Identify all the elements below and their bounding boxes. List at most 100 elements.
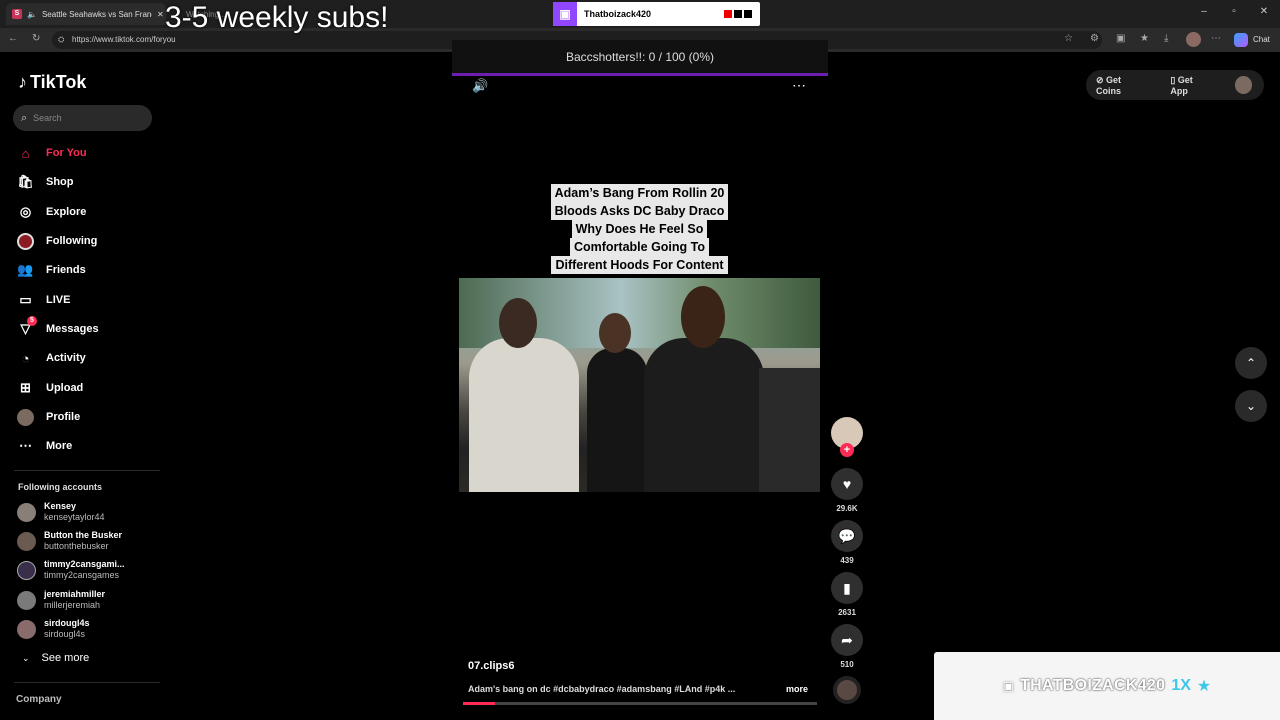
chevron-down-icon: ⌄ — [1245, 399, 1257, 413]
back-icon[interactable]: ← — [8, 33, 18, 44]
sidebar-item-messages[interactable]: ▽ 5 Messages — [17, 315, 99, 340]
avatar — [17, 560, 36, 580]
upload-icon: ⊞ — [20, 380, 31, 395]
account-name: timmy2cansgami... — [44, 559, 125, 569]
account-name: Kensey — [44, 501, 77, 511]
description-more-link[interactable]: more — [786, 684, 808, 694]
maximize-icon[interactable]: ▫ — [1226, 6, 1242, 17]
sidebar-item-live[interactable]: ▭ LIVE — [17, 289, 70, 311]
video-options-icon[interactable]: ⋯ — [792, 77, 806, 94]
video-progress-bar[interactable] — [463, 702, 817, 705]
star-icon: ★ — [1196, 678, 1212, 695]
comment-button[interactable]: 💬 — [831, 520, 863, 552]
header-actions: ⊘ Get Coins ▯ Get App — [1086, 70, 1264, 100]
video-frame-image — [459, 278, 820, 492]
avatar — [17, 619, 36, 639]
sidebar-item-label: More — [46, 440, 73, 452]
sidebar-item-label: Activity — [46, 352, 86, 364]
messages-badge: 5 — [27, 315, 37, 326]
caption-line: Bloods Asks DC Baby Draco — [550, 202, 729, 220]
home-icon: ⌂ — [21, 145, 30, 161]
avatar — [17, 590, 36, 610]
comment-icon: 💬 — [838, 527, 856, 544]
tiktok-logo[interactable]: ♪ TikTok — [18, 72, 86, 93]
tiktok-note-icon: ♪ — [18, 72, 27, 92]
following-account[interactable]: timmy2cansgami... timmy2cansgames — [17, 557, 125, 583]
volume-icon[interactable]: 🔊 — [472, 78, 488, 94]
like-button[interactable]: ♥ — [831, 468, 863, 500]
site-info-icon[interactable]: ⛭ — [58, 35, 64, 45]
account-username: kenseytaylor44 — [44, 512, 105, 522]
favorite-star-icon[interactable]: ☆ — [1064, 33, 1073, 44]
following-account[interactable]: Button the Busker buttonthebusker — [17, 528, 122, 554]
tab-title: Seattle Seahawks vs San Francisco — [41, 9, 152, 19]
previous-video-button[interactable]: ⌃ — [1235, 347, 1267, 379]
see-more-button[interactable]: ⌄ See more — [22, 652, 89, 664]
sidebar-item-following[interactable]: Following — [17, 230, 97, 252]
save-button[interactable]: ▮ — [831, 572, 863, 604]
following-account[interactable]: Kensey kenseytaylor44 — [17, 499, 105, 525]
account-username: buttonthebusker — [44, 541, 109, 551]
sidebar-item-friends[interactable]: 👥 Friends — [17, 259, 85, 281]
downloads-icon[interactable]: ⤓ — [1164, 33, 1168, 44]
tab-speaker-icon[interactable]: 🔈 — [27, 10, 37, 19]
browser-tab-active[interactable]: S 🔈 Seattle Seahawks vs San Francisco ✕ — [6, 3, 166, 25]
follow-plus-icon[interactable]: + — [840, 443, 854, 457]
following-account[interactable]: sirdougl4s sirdougl4s — [17, 616, 90, 642]
stream-overlay-title: 3-5 weekly subs! — [165, 1, 389, 34]
sidebar-item-label: Following — [46, 235, 98, 247]
caption-line: Comfortable Going To — [569, 238, 709, 256]
get-app-button[interactable]: ▯ Get App — [1170, 75, 1222, 96]
chat-label[interactable]: Chat — [1253, 35, 1270, 44]
account-username: sirdougl4s — [44, 629, 86, 639]
tab-favicon: S — [12, 9, 22, 19]
messages-icon: ▽ 5 — [17, 315, 37, 338]
sidebar-item-activity[interactable]: ◔ Activity — [17, 347, 86, 369]
close-window-icon[interactable]: ✕ — [1256, 6, 1272, 17]
refresh-icon[interactable]: ↻ — [32, 33, 40, 44]
sidebar-item-more[interactable]: ⋯ More — [17, 435, 72, 457]
caption-line: Different Hoods For Content — [551, 256, 728, 274]
split-screen-icon[interactable]: ▣ — [1116, 33, 1125, 44]
share-button[interactable]: ➦ — [831, 624, 863, 656]
tab-close-icon[interactable]: ✕ — [157, 10, 164, 19]
next-video-button[interactable]: ⌄ — [1235, 390, 1267, 422]
logo-text: TikTok — [30, 72, 87, 92]
sidebar-item-shop[interactable]: 🛍 Shop — [17, 171, 73, 193]
twitch-icon: ▣ — [553, 2, 577, 26]
sidebar-item-label: Explore — [46, 206, 87, 218]
see-more-label: See more — [41, 652, 90, 664]
minimize-icon[interactable]: – — [1196, 6, 1212, 17]
sidebar-item-explore[interactable]: ◎ Explore — [17, 201, 87, 223]
sidebar-item-upload[interactable]: ⊞ Upload — [17, 377, 83, 399]
share-arrow-icon: ➦ — [841, 631, 853, 648]
browser-menu-icon[interactable]: ⋯ — [1211, 33, 1221, 44]
friends-icon: 👥 — [17, 262, 34, 277]
like-count: 29.6K — [836, 504, 858, 513]
comment-count: 439 — [840, 556, 854, 565]
share-count: 510 — [840, 660, 854, 669]
account-username: millerjeremiah — [44, 600, 101, 610]
following-account[interactable]: jeremiahmiller millerjeremiah — [17, 587, 105, 613]
sidebar-item-label: LIVE — [46, 294, 71, 306]
compass-icon: ◎ — [19, 204, 32, 219]
heart-icon: ♥ — [842, 476, 852, 492]
sidebar-divider — [14, 470, 160, 471]
copilot-icon[interactable] — [1234, 33, 1248, 47]
twitch-name-tag: ▣ Thatboizack420 — [553, 2, 760, 26]
decor-square — [724, 10, 732, 18]
user-avatar[interactable] — [1234, 76, 1252, 94]
stream-name: THATBOIZACK420 — [1020, 677, 1166, 694]
favorites-icon[interactable]: ★ — [1140, 33, 1149, 44]
company-link[interactable]: Company — [16, 694, 62, 705]
get-coins-button[interactable]: ⊘ Get Coins — [1096, 75, 1158, 96]
browser-profile-avatar[interactable] — [1186, 32, 1201, 47]
music-disc-icon[interactable] — [833, 676, 861, 704]
sidebar-item-for-you[interactable]: ⌂ For You — [17, 142, 87, 164]
twitch-icon: ▣ — [1002, 679, 1015, 693]
sidebar-item-profile[interactable]: Profile — [17, 406, 80, 428]
search-input[interactable]: ⌕ Search — [13, 105, 152, 131]
extensions-icon[interactable]: ⚙ — [1090, 33, 1099, 44]
video-author[interactable]: 07.clips6 — [468, 660, 514, 672]
account-name: sirdougl4s — [44, 618, 90, 628]
